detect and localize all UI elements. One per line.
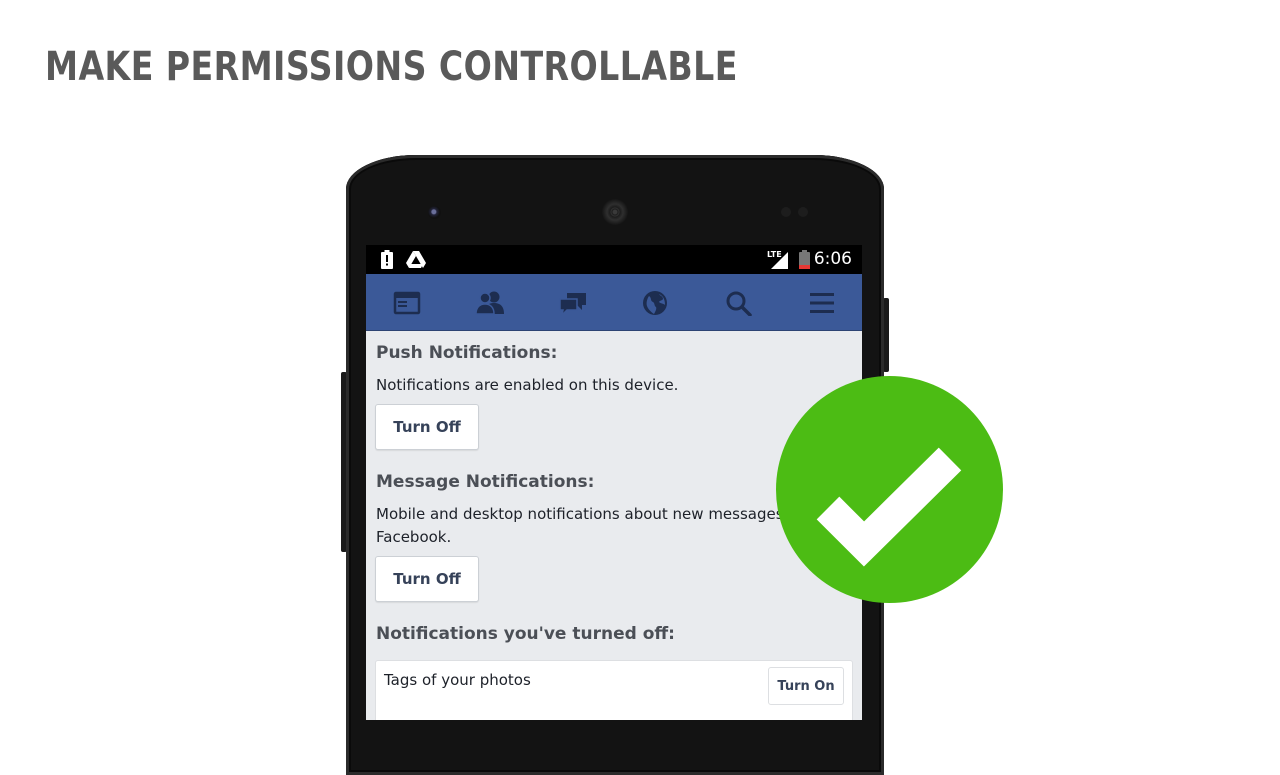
push-notifications-title: Push Notifications: xyxy=(376,343,558,363)
message-notifications-title: Message Notifications: xyxy=(376,472,595,492)
turned-off-item-label: Tags of your photos xyxy=(384,671,531,689)
status-bar: LTE 6:06 xyxy=(366,245,862,274)
top-navigation-bar xyxy=(366,274,862,331)
friends-icon[interactable] xyxy=(475,290,504,316)
news-feed-icon[interactable] xyxy=(393,290,421,316)
globe-icon[interactable] xyxy=(641,290,669,316)
light-sensor-icon xyxy=(798,207,808,217)
status-clock: 6:06 xyxy=(813,249,852,269)
speaker-grille-icon xyxy=(602,199,628,225)
slide-title: MAKE PERMISSIONS CONTROLLABLE xyxy=(45,44,738,90)
turned-off-title: Notifications you've turned off: xyxy=(376,624,675,644)
messages-icon[interactable] xyxy=(558,290,586,318)
push-turn-off-button[interactable]: Turn Off xyxy=(375,404,479,450)
drive-icon xyxy=(406,251,426,273)
turned-off-item: Tags of your photos Turn On xyxy=(375,660,853,720)
check-badge-icon xyxy=(776,376,1003,603)
message-turn-off-button[interactable]: Turn Off xyxy=(375,556,479,602)
proximity-sensor-icon xyxy=(781,207,791,217)
search-icon[interactable] xyxy=(725,290,753,317)
signal-icon xyxy=(771,252,788,274)
alert-battery-icon xyxy=(381,250,393,274)
menu-icon[interactable] xyxy=(808,290,836,316)
turn-on-button[interactable]: Turn On xyxy=(768,667,844,705)
front-camera-icon xyxy=(428,206,441,219)
battery-low-icon xyxy=(799,250,810,274)
